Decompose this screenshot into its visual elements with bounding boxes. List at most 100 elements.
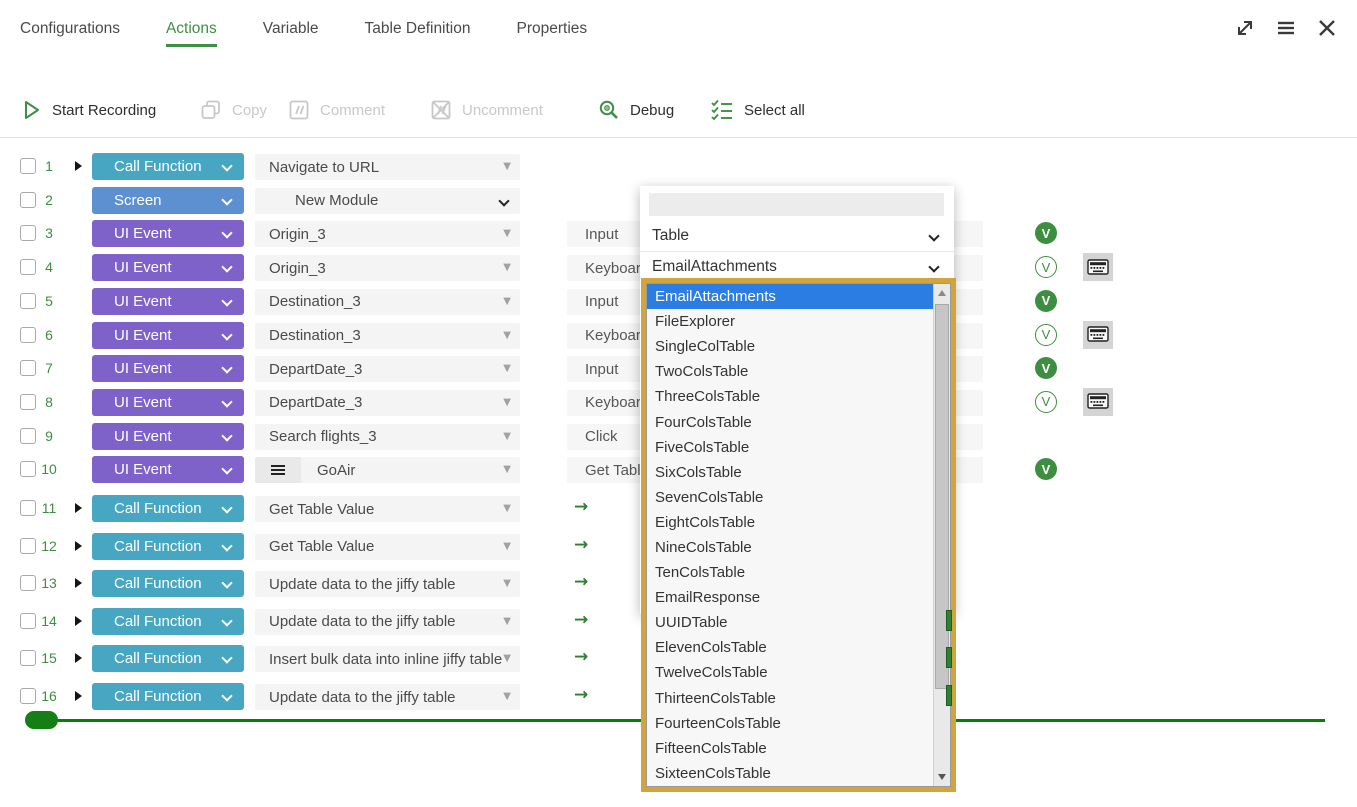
step-type-button[interactable]: UI Event bbox=[92, 355, 244, 382]
row-checkbox[interactable] bbox=[20, 575, 36, 591]
table-option[interactable]: FileExplorer bbox=[647, 309, 933, 334]
table-option[interactable]: FifteenColsTable bbox=[647, 736, 933, 761]
debug-button[interactable]: Debug bbox=[598, 99, 674, 121]
step-type-button[interactable]: UI Event bbox=[92, 254, 244, 281]
popup-category-select[interactable]: Table bbox=[640, 220, 954, 252]
tab-actions[interactable]: Actions bbox=[166, 0, 217, 80]
table-option[interactable]: SevenColsTable bbox=[647, 485, 933, 510]
step-value-dropdown[interactable]: Update data to the jiffy table▼ bbox=[255, 571, 520, 597]
row-expander-icon[interactable] bbox=[75, 161, 82, 171]
step-value-dropdown[interactable]: Search flights_3▼ bbox=[255, 424, 520, 450]
comment-button[interactable]: Comment bbox=[288, 99, 385, 121]
step-value-dropdown[interactable]: Origin_3▼ bbox=[255, 255, 520, 281]
step-type-button[interactable]: UI Event bbox=[92, 288, 244, 315]
table-option[interactable]: SixColsTable bbox=[647, 460, 933, 485]
row-checkbox[interactable] bbox=[20, 158, 36, 174]
tab-variable[interactable]: Variable bbox=[263, 0, 319, 80]
select-all-button[interactable]: Select all bbox=[710, 99, 805, 121]
step-type-button[interactable]: Call Function bbox=[92, 153, 244, 180]
scroll-up-icon[interactable] bbox=[938, 290, 946, 296]
row-checkbox[interactable] bbox=[20, 500, 36, 516]
table-option[interactable]: NineColsTable bbox=[647, 535, 933, 560]
step-type-button[interactable]: UI Event bbox=[92, 389, 244, 416]
keyboard-icon[interactable] bbox=[1083, 388, 1113, 416]
table-option[interactable]: UUIDTable bbox=[647, 610, 933, 635]
step-type-button[interactable]: UI Event bbox=[92, 322, 244, 349]
copy-button[interactable]: Copy bbox=[200, 99, 267, 121]
step-value-dropdown[interactable]: DepartDate_3▼ bbox=[255, 390, 520, 416]
popup-table-select[interactable]: EmailAttachments bbox=[640, 254, 954, 279]
step-value-dropdown[interactable]: Destination_3▼ bbox=[255, 289, 520, 315]
start-recording-button[interactable]: Start Recording bbox=[22, 99, 156, 121]
step-type-button[interactable]: UI Event bbox=[92, 423, 244, 450]
row-expander-icon[interactable] bbox=[75, 541, 82, 551]
tab-properties[interactable]: Properties bbox=[517, 0, 588, 80]
row-expander-icon[interactable] bbox=[75, 503, 82, 513]
step-value-dropdown[interactable]: DepartDate_3▼ bbox=[255, 356, 520, 382]
row-checkbox[interactable] bbox=[20, 394, 36, 410]
row-expander-icon[interactable] bbox=[75, 653, 82, 663]
step-type-button[interactable]: Call Function bbox=[92, 645, 244, 672]
menu-icon[interactable] bbox=[255, 457, 301, 483]
keyboard-icon[interactable] bbox=[1083, 321, 1113, 349]
step-type-button[interactable]: Screen bbox=[92, 187, 244, 214]
row-expander-icon[interactable] bbox=[75, 578, 82, 588]
variable-badge[interactable]: V bbox=[1035, 391, 1057, 413]
timeline-handle[interactable] bbox=[25, 711, 58, 729]
expand-icon[interactable] bbox=[1233, 16, 1257, 40]
step-type-button[interactable]: Call Function bbox=[92, 683, 244, 710]
step-type-button[interactable]: Call Function bbox=[92, 608, 244, 635]
step-type-button[interactable]: Call Function bbox=[92, 533, 244, 560]
table-option[interactable]: ThreeColsTable bbox=[647, 384, 933, 409]
table-option[interactable]: EmailAttachments bbox=[647, 284, 933, 309]
step-value-dropdown[interactable]: Update data to the jiffy table▼ bbox=[255, 609, 520, 635]
scrollbar-thumb[interactable] bbox=[935, 304, 949, 689]
step-value-dropdown[interactable]: Insert bulk data into inline jiffy table… bbox=[255, 646, 520, 672]
table-option[interactable]: ThirteenColsTable bbox=[647, 686, 933, 711]
row-expander-icon[interactable] bbox=[75, 691, 82, 701]
row-checkbox[interactable] bbox=[20, 327, 36, 343]
table-option[interactable]: SingleColTable bbox=[647, 334, 933, 359]
uncomment-button[interactable]: Uncomment bbox=[430, 99, 543, 121]
step-value-dropdown[interactable]: Origin_3▼ bbox=[255, 221, 520, 247]
row-checkbox[interactable] bbox=[20, 461, 36, 477]
step-value-dropdown[interactable]: Update data to the jiffy table▼ bbox=[255, 684, 520, 710]
variable-badge[interactable]: V bbox=[1035, 458, 1057, 480]
table-option[interactable]: ElevenColsTable bbox=[647, 635, 933, 660]
row-checkbox[interactable] bbox=[20, 225, 36, 241]
table-option[interactable]: FiveColsTable bbox=[647, 435, 933, 460]
close-icon[interactable] bbox=[1315, 16, 1339, 40]
table-option[interactable]: EmailResponse bbox=[647, 585, 933, 610]
step-type-button[interactable]: UI Event bbox=[92, 456, 244, 483]
step-type-button[interactable]: Call Function bbox=[92, 495, 244, 522]
row-checkbox[interactable] bbox=[20, 360, 36, 376]
table-option[interactable]: TenColsTable bbox=[647, 560, 933, 585]
table-option[interactable]: FourteenColsTable bbox=[647, 711, 933, 736]
step-value-dropdown[interactable]: Navigate to URL▼ bbox=[255, 154, 520, 180]
row-checkbox[interactable] bbox=[20, 428, 36, 444]
step-value-dropdown[interactable]: GoAir▼ bbox=[255, 457, 520, 483]
tab-configurations[interactable]: Configurations bbox=[20, 0, 120, 80]
row-checkbox[interactable] bbox=[20, 613, 36, 629]
tab-table-definition[interactable]: Table Definition bbox=[365, 0, 471, 80]
step-type-button[interactable]: Call Function bbox=[92, 570, 244, 597]
table-option[interactable]: TwelveColsTable bbox=[647, 660, 933, 685]
variable-badge[interactable]: V bbox=[1035, 290, 1057, 312]
step-value-dropdown[interactable]: New Module bbox=[255, 188, 520, 214]
table-option[interactable]: FourColsTable bbox=[647, 409, 933, 434]
table-option[interactable]: TwoColsTable bbox=[647, 359, 933, 384]
row-checkbox[interactable] bbox=[20, 650, 36, 666]
table-option[interactable]: SixteenColsTable bbox=[647, 761, 933, 786]
row-checkbox[interactable] bbox=[20, 293, 36, 309]
row-expander-icon[interactable] bbox=[75, 616, 82, 626]
popup-search-input[interactable] bbox=[649, 193, 944, 216]
table-option[interactable]: EightColsTable bbox=[647, 510, 933, 535]
menu-icon[interactable] bbox=[1274, 16, 1298, 40]
row-checkbox[interactable] bbox=[20, 192, 36, 208]
row-checkbox[interactable] bbox=[20, 688, 36, 704]
step-value-dropdown[interactable]: Destination_3▼ bbox=[255, 323, 520, 349]
variable-badge[interactable]: V bbox=[1035, 222, 1057, 244]
variable-badge[interactable]: V bbox=[1035, 357, 1057, 379]
keyboard-icon[interactable] bbox=[1083, 253, 1113, 281]
variable-badge[interactable]: V bbox=[1035, 324, 1057, 346]
